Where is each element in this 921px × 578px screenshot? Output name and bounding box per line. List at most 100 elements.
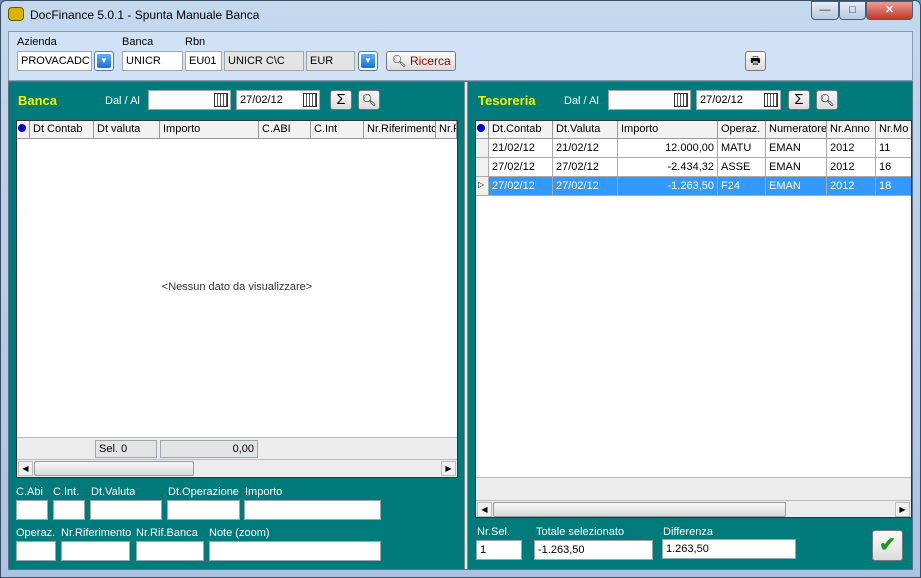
- col-header[interactable]: Dt.Contab: [489, 121, 553, 139]
- scroll-thumb[interactable]: [493, 502, 786, 517]
- empty-message: <Nessun dato da visualizzare>: [161, 281, 313, 293]
- scroll-left-icon[interactable]: ◀: [477, 502, 492, 517]
- rbn-label: Rbn: [185, 36, 206, 48]
- confirm-button[interactable]: ✔: [872, 530, 903, 561]
- select-all-indicator[interactable]: [17, 121, 30, 139]
- banca-dal-al-label: Dal / Al: [105, 95, 140, 107]
- banca-dal-input[interactable]: [148, 90, 231, 110]
- horizontal-scrollbar[interactable]: ◀ ▶: [476, 500, 911, 517]
- nr-rif-banca-input[interactable]: [136, 541, 204, 561]
- col-header[interactable]: Dt.Valuta: [553, 121, 618, 139]
- table-cell[interactable]: MATU: [718, 139, 766, 158]
- table-cell[interactable]: 2012: [827, 158, 876, 177]
- azienda-label: Azienda: [17, 36, 57, 48]
- nr-sel-label: Nr.Sel.: [477, 526, 511, 538]
- tesoreria-dal-input[interactable]: [608, 90, 691, 110]
- calendar-icon[interactable]: [764, 93, 778, 107]
- dt-operazione-input[interactable]: [167, 500, 240, 520]
- col-header[interactable]: Nr.Riferimento: [364, 121, 436, 139]
- scroll-thumb[interactable]: [34, 461, 194, 476]
- table-cell[interactable]: 16: [876, 158, 911, 177]
- dt-valuta-input[interactable]: [90, 500, 162, 520]
- row-indicator[interactable]: [476, 139, 489, 158]
- ricerca-button[interactable]: 🔍︎ Ricerca: [386, 51, 456, 71]
- table-cell[interactable]: EMAN: [766, 158, 827, 177]
- col-header[interactable]: Importo: [618, 121, 718, 139]
- valuta-field: EUR: [306, 51, 355, 71]
- rbn-input[interactable]: EU01: [185, 51, 222, 71]
- minimize-button[interactable]: —: [811, 1, 839, 20]
- conto-field: UNICR C\C: [224, 51, 304, 71]
- panel-splitter[interactable]: [464, 82, 468, 569]
- c-abi-input[interactable]: [16, 500, 48, 520]
- banca-label: Banca: [122, 36, 154, 48]
- tesoreria-al-input[interactable]: 27/02/12: [696, 90, 781, 110]
- importo-input[interactable]: [244, 500, 381, 520]
- chevron-down-icon: ▼: [361, 54, 375, 68]
- col-header[interactable]: Importo: [160, 121, 259, 139]
- c-int-input[interactable]: [53, 500, 85, 520]
- note-input[interactable]: [209, 541, 381, 561]
- calendar-icon[interactable]: [214, 93, 228, 107]
- table-cell[interactable]: 18: [876, 177, 911, 196]
- table-cell[interactable]: 27/02/12: [553, 177, 618, 196]
- maximize-button[interactable]: □: [839, 1, 866, 20]
- table-cell[interactable]: 2012: [827, 139, 876, 158]
- row-indicator[interactable]: [476, 158, 489, 177]
- calendar-icon[interactable]: [674, 93, 688, 107]
- col-header[interactable]: Nr.Anno: [827, 121, 876, 139]
- table-cell[interactable]: EMAN: [766, 177, 827, 196]
- tesoreria-dal-al-label: Dal / Al: [564, 95, 599, 107]
- table-cell[interactable]: 11: [876, 139, 911, 158]
- rbn-dropdown-button[interactable]: ▼: [358, 51, 378, 71]
- banca-grid[interactable]: Dt Contab Dt valuta Importo C.ABI C.Int …: [16, 120, 458, 478]
- col-header[interactable]: C.Int: [311, 121, 364, 139]
- table-cell[interactable]: ASSE: [718, 158, 766, 177]
- banca-sum-button[interactable]: Σ: [330, 90, 352, 110]
- banca-input[interactable]: UNICR: [122, 51, 183, 71]
- banca-zoom-button[interactable]: 🔍︎: [358, 90, 380, 110]
- tesoreria-zoom-button[interactable]: 🔍︎: [816, 90, 838, 110]
- azienda-dropdown-button[interactable]: ▼: [94, 51, 114, 71]
- close-button[interactable]: ✕: [866, 1, 913, 20]
- tesoreria-title: Tesoreria: [478, 93, 536, 108]
- col-header[interactable]: Dt valuta: [94, 121, 160, 139]
- tesoreria-sum-button[interactable]: Σ: [788, 90, 810, 110]
- table-cell[interactable]: 2012: [827, 177, 876, 196]
- banca-al-input[interactable]: 27/02/12: [236, 90, 320, 110]
- col-header[interactable]: Operaz.: [718, 121, 766, 139]
- col-header[interactable]: Nr.R: [436, 121, 457, 139]
- scroll-right-icon[interactable]: ▶: [895, 502, 910, 517]
- nr-riferimento-input[interactable]: [61, 541, 130, 561]
- col-header[interactable]: Dt Contab: [30, 121, 94, 139]
- table-cell[interactable]: 27/02/12: [553, 158, 618, 177]
- table-cell[interactable]: 21/02/12: [489, 139, 553, 158]
- table-cell[interactable]: -1.263,50: [618, 177, 718, 196]
- col-header[interactable]: Numeratore: [766, 121, 827, 139]
- table-cell[interactable]: -2.434,32: [618, 158, 718, 177]
- table-cell[interactable]: 21/02/12: [553, 139, 618, 158]
- select-all-indicator[interactable]: [476, 121, 489, 139]
- operaz-label: Operaz.: [16, 527, 56, 539]
- table-cell[interactable]: F24: [718, 177, 766, 196]
- col-header[interactable]: Nr.Mo: [876, 121, 911, 139]
- operaz-input[interactable]: [16, 541, 56, 561]
- azienda-input[interactable]: PROVACADC: [17, 51, 92, 71]
- grid-footer: [476, 477, 911, 500]
- app-icon: [8, 7, 24, 21]
- c-int-label: C.Int.: [53, 486, 80, 498]
- col-header[interactable]: C.ABI: [259, 121, 311, 139]
- sel-total: 0,00: [160, 440, 258, 458]
- table-cell[interactable]: 12.000,00: [618, 139, 718, 158]
- table-cell[interactable]: 27/02/12: [489, 158, 553, 177]
- scroll-right-icon[interactable]: ▶: [441, 461, 456, 476]
- horizontal-scrollbar[interactable]: ◀ ▶: [17, 459, 457, 477]
- table-cell[interactable]: 27/02/12: [489, 177, 553, 196]
- calendar-icon[interactable]: [303, 93, 317, 107]
- scroll-left-icon[interactable]: ◀: [18, 461, 33, 476]
- banca-title: Banca: [18, 93, 58, 108]
- row-indicator[interactable]: ▷: [476, 177, 489, 196]
- print-button[interactable]: 🖶: [745, 51, 766, 71]
- table-cell[interactable]: EMAN: [766, 139, 827, 158]
- tesoreria-grid[interactable]: ◀ ▶ Dt.Contab Dt.Valuta Importo Operaz. Nume…: [475, 120, 912, 518]
